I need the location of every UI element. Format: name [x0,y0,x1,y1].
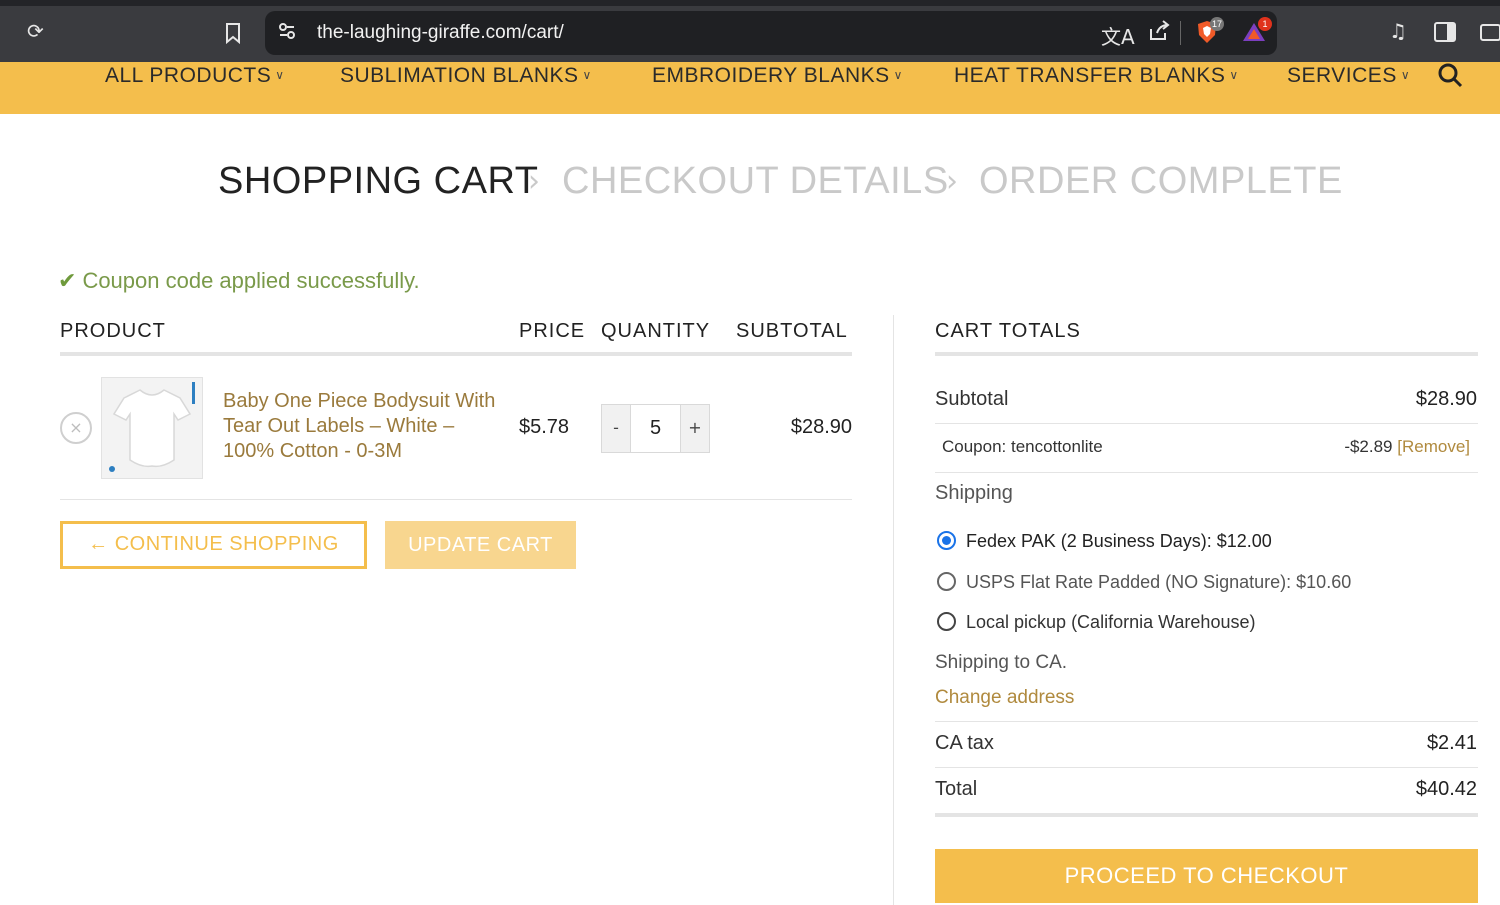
radio-button-selected[interactable] [937,531,956,550]
column-header-product: PRODUCT [60,320,166,342]
radio-button[interactable] [937,572,956,591]
subtotal-label: Subtotal [935,388,1009,410]
share-icon[interactable] [1147,19,1171,48]
address-bar[interactable]: the-laughing-giraffe.com/cart/ 文A 17 1 [265,11,1277,55]
total-value: $40.42 [1415,778,1477,800]
main-navigation: ALL PRODUCTS ∨ SUBLIMATION BLANKS ∨ EMBROI… [0,62,1500,114]
nav-item-embroidery-blanks[interactable]: EMBROIDERY BLANKS ∨ [652,64,903,88]
chevron-down-icon: ∨ [582,68,592,82]
shipping-option-price: $10.60 [1296,572,1352,592]
change-address-link[interactable]: Change address [935,687,1074,709]
nav-item-sublimation-blanks[interactable]: SUBLIMATION BLANKS ∨ [340,64,592,88]
reload-icon[interactable]: ⟳ [27,21,44,41]
column-header-price: PRICE [519,320,586,342]
shipping-option-label: Local pickup (California Warehouse) [966,612,1256,632]
browser-toolbar: ⟳ the-laughing-giraffe.com/cart/ 文A 17 1… [0,0,1500,62]
translate-icon[interactable]: 文A [1101,21,1135,50]
coupon-success-notice: ✔ Coupon code applied successfully. [58,268,420,294]
wallet-icon[interactable] [1480,22,1500,45]
tax-value: $2.41 [1426,732,1477,754]
shipping-label: Shipping [935,482,1013,504]
shipping-option-usps[interactable]: USPS Flat Rate Padded (NO Signature): $1… [937,572,1351,593]
chevron-down-icon: ∨ [893,68,903,82]
subtotal-value: $28.90 [1415,388,1477,410]
nav-item-label: SERVICES [1287,64,1397,87]
remove-item-button[interactable]: × [60,412,92,444]
nav-item-all-products[interactable]: ALL PRODUCTS ∨ [105,64,285,88]
cart-totals-title: CART TOTALS [935,320,1081,342]
shipping-option-label: USPS Flat Rate Padded (NO Signature): [966,572,1297,592]
media-icon[interactable]: ♫ [1389,21,1407,41]
totals-row-divider [935,423,1478,424]
totals-row-divider [935,767,1478,768]
product-name-link[interactable]: Baby One Piece Bodysuit With Tear Out La… [223,389,498,464]
quantity-input[interactable]: 5 [631,405,680,452]
nav-item-services[interactable]: SERVICES ∨ [1287,64,1410,88]
chevron-down-icon: ∨ [1400,68,1411,82]
search-icon[interactable] [1437,62,1463,94]
total-label: Total [935,778,978,800]
checkout-steps: SHOPPING CART › CHECKOUT DETAILS › ORDER… [0,160,1500,210]
nav-item-heat-transfer-blanks[interactable]: HEAT TRANSFER BLANKS ∨ [954,64,1239,88]
notice-text: Coupon code applied successfully. [82,268,420,293]
quantity-increase-button[interactable]: + [680,405,709,452]
brave-shields-count-badge: 17 [1210,17,1224,31]
table-row-divider [60,499,852,500]
update-cart-button[interactable]: UPDATE CART [385,521,576,569]
proceed-to-checkout-button[interactable]: PROCEED TO CHECKOUT [935,849,1478,903]
quantity-stepper: - 5 + [601,404,710,453]
nav-item-label: SUBLIMATION BLANKS [340,64,579,87]
coupon-discount: -$2.89 [Remove] [1344,437,1470,457]
tax-label: CA tax [935,732,994,754]
rewards-alert-badge: 1 [1258,17,1272,31]
column-header-subtotal: SUBTOTAL [736,320,848,342]
shipping-option-price: $12.00 [1216,531,1272,551]
url-text[interactable]: the-laughing-giraffe.com/cart/ [317,22,564,44]
remove-coupon-link[interactable]: [Remove] [1397,437,1470,456]
nav-item-label: HEAT TRANSFER BLANKS [954,64,1226,87]
item-subtotal: $28.90 [790,416,852,438]
shipping-option-local-pickup[interactable]: Local pickup (California Warehouse) [937,612,1255,633]
column-divider [893,315,894,905]
bookmark-icon[interactable] [224,22,242,47]
quantity-decrease-button[interactable]: - [602,405,631,452]
site-settings-icon[interactable] [277,21,297,46]
nav-item-label: ALL PRODUCTS [105,64,272,87]
column-header-quantity: QUANTITY [601,320,711,342]
shipping-option-label: Fedex PAK (2 Business Days): [966,531,1217,551]
radio-button[interactable] [937,612,956,631]
nav-item-label: EMBROIDERY BLANKS [652,64,890,87]
step-order-complete: ORDER COMPLETE [979,160,1343,202]
chevron-down-icon: ∨ [1229,68,1239,82]
continue-shopping-button[interactable]: ← CONTINUE SHOPPING [60,521,367,569]
shipping-destination: Shipping to CA. [935,652,1068,673]
step-checkout-details[interactable]: CHECKOUT DETAILS [562,160,949,203]
totals-row-divider [935,721,1478,722]
toolbar-divider [1180,21,1181,45]
table-header-divider [60,352,852,356]
totals-header-divider [935,352,1478,356]
totals-row-divider [935,472,1478,473]
chevron-down-icon: ∨ [275,68,285,82]
step-separator: › [528,164,540,199]
totals-footer-divider [935,813,1478,817]
checkmark-icon: ✔ [58,268,77,293]
step-separator: › [946,164,958,199]
bodysuit-image [102,378,202,478]
item-price: $5.78 [519,416,570,438]
coupon-value: -$2.89 [1344,437,1393,456]
product-thumbnail[interactable] [101,377,203,479]
shipping-option-fedex[interactable]: Fedex PAK (2 Business Days): $12.00 [937,531,1272,552]
step-shopping-cart[interactable]: SHOPPING CART [218,160,538,203]
tab-strip-edge [0,0,1500,6]
sidebar-toggle-icon[interactable] [1434,22,1456,45]
coupon-label: Coupon: tencottonlite [942,437,1103,456]
